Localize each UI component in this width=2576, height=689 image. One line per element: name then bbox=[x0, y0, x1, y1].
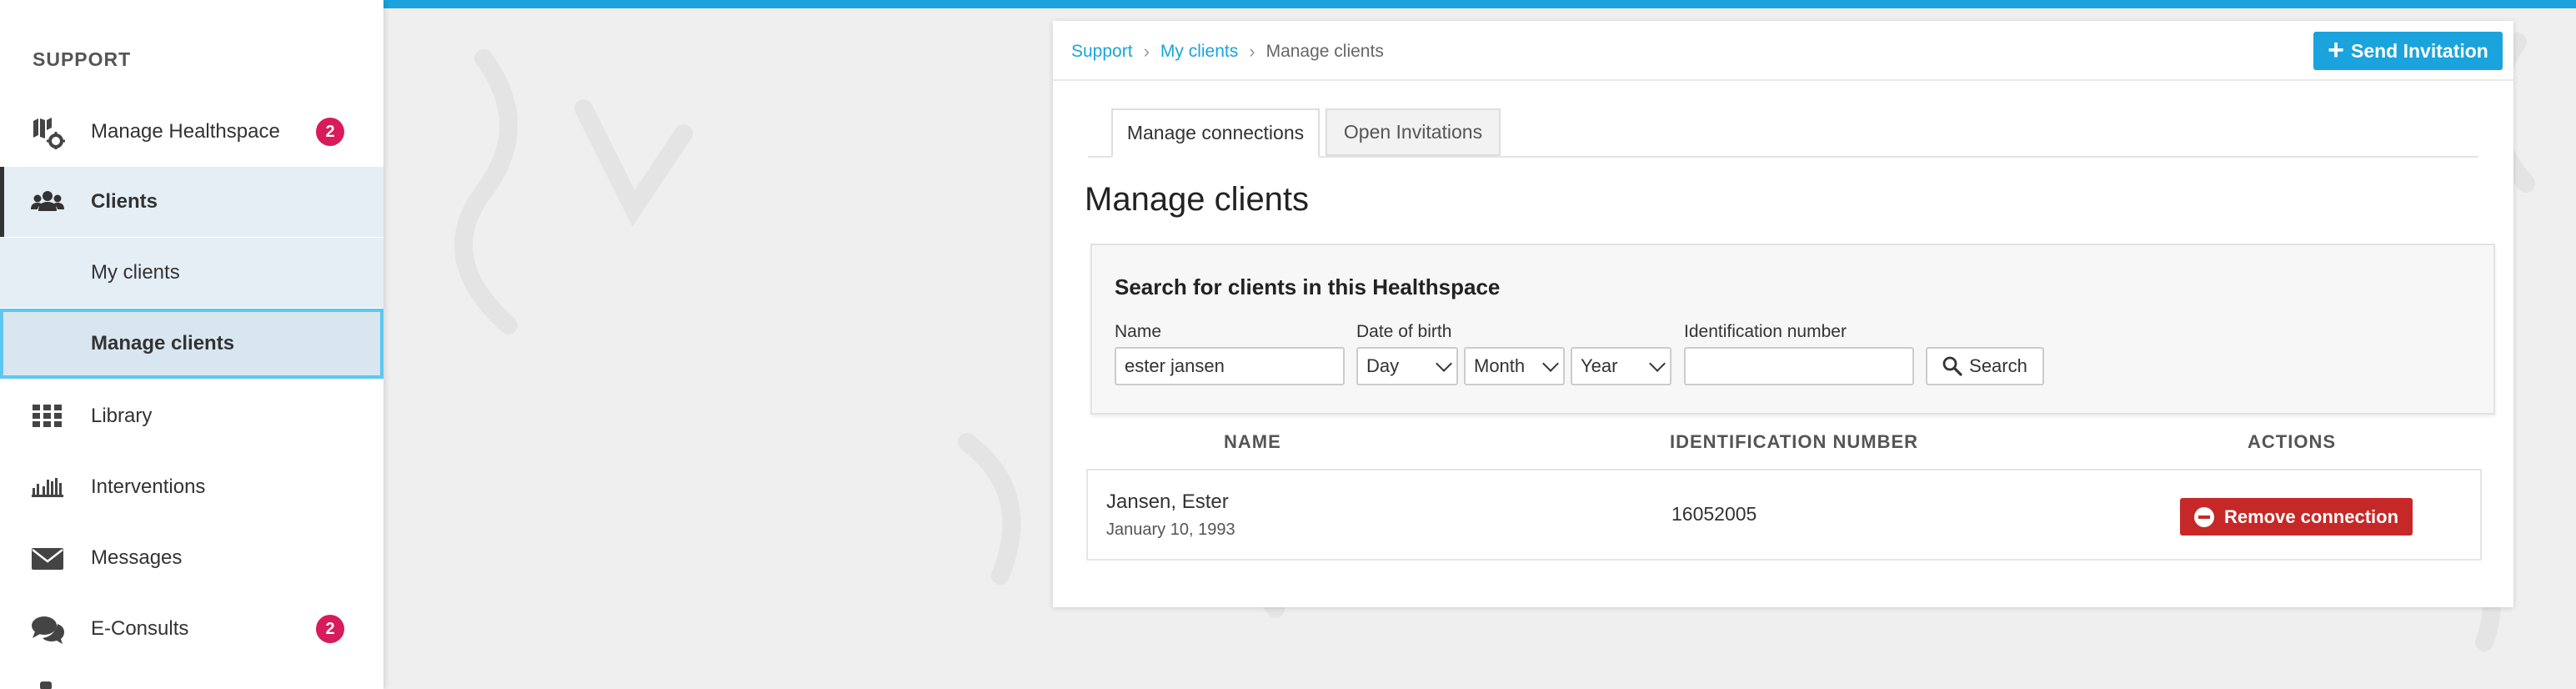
month-select[interactable]: Month bbox=[1464, 347, 1565, 385]
sidebar-item-library[interactable]: Library bbox=[0, 381, 383, 451]
table-row: Jansen, Ester January 10, 1993 16052005 … bbox=[1086, 469, 2482, 561]
notification-badge: 2 bbox=[316, 615, 344, 643]
envelope-icon bbox=[32, 548, 63, 570]
identification-number-label: Identification number bbox=[1684, 322, 1847, 341]
chat-icon bbox=[32, 616, 64, 644]
sidebar: SUPPORT Manage Healthspace 2 Clients My … bbox=[0, 0, 383, 689]
sidebar-item-label: My clients bbox=[91, 261, 180, 284]
send-invitation-button[interactable]: + Send Invitation bbox=[2313, 32, 2503, 70]
sidebar-item-label: Messages bbox=[91, 546, 183, 569]
sidebar-item-clients[interactable]: Clients bbox=[0, 167, 383, 237]
client-name: Jansen, Ester bbox=[1106, 490, 1229, 513]
plus-icon: + bbox=[2328, 33, 2344, 66]
client-identification-number: 16052005 bbox=[1671, 503, 1757, 525]
sidebar-item-my-clients[interactable]: My clients bbox=[0, 238, 383, 308]
sidebar-section-title: SUPPORT bbox=[33, 48, 132, 70]
search-button-label: Search bbox=[1969, 355, 2027, 376]
top-accent-bar bbox=[383, 0, 2576, 8]
month-select-value: Month bbox=[1474, 355, 1526, 376]
sidebar-item-cutoff[interactable] bbox=[0, 671, 383, 689]
tab-open-invitations[interactable]: Open Invitations bbox=[1326, 108, 1501, 156]
column-header-identification-number: IDENTIFICATION NUMBER bbox=[1670, 431, 1919, 452]
header-divider bbox=[1053, 79, 2513, 81]
column-header-actions: ACTIONS bbox=[2248, 431, 2336, 452]
send-invitation-label: Send Invitation bbox=[2351, 39, 2488, 62]
name-input[interactable]: ester jansen bbox=[1115, 347, 1345, 385]
day-select-value: Day bbox=[1366, 355, 1400, 376]
client-date-of-birth: January 10, 1993 bbox=[1106, 521, 1235, 539]
date-of-birth-label: Date of birth bbox=[1356, 322, 1452, 341]
chevron-right-icon: › bbox=[1249, 41, 1255, 62]
sidebar-item-label: Manage Healthspace bbox=[91, 120, 280, 143]
sidebar-item-manage-healthspace[interactable]: Manage Healthspace 2 bbox=[0, 97, 383, 167]
chevron-right-icon: › bbox=[1143, 41, 1150, 62]
tab-bar: Manage connections Open Invitations bbox=[1088, 108, 2478, 158]
bookshelf-icon bbox=[32, 478, 63, 497]
sidebar-item-e-consults[interactable]: E-Consults 2 bbox=[0, 594, 383, 664]
minus-circle-icon bbox=[2193, 506, 2214, 527]
search-form: Search for clients in this Healthspace N… bbox=[1090, 244, 2495, 415]
search-button[interactable]: Search bbox=[1926, 347, 2044, 385]
search-form-title: Search for clients in this Healthspace bbox=[1115, 274, 1501, 299]
year-select[interactable]: Year bbox=[1571, 347, 1671, 385]
chevron-down-icon bbox=[1542, 355, 1559, 372]
day-select[interactable]: Day bbox=[1356, 347, 1458, 385]
sidebar-item-manage-clients[interactable]: Manage clients bbox=[0, 309, 383, 379]
sidebar-item-messages[interactable]: Messages bbox=[0, 523, 383, 593]
main-panel: Support › My clients › Manage clients + … bbox=[1053, 21, 2513, 607]
healthspace-settings-icon bbox=[33, 118, 65, 149]
chevron-down-icon bbox=[1649, 355, 1666, 372]
name-label: Name bbox=[1115, 322, 1162, 341]
tab-manage-connections[interactable]: Manage connections bbox=[1111, 108, 1320, 158]
page-title: Manage clients bbox=[1085, 181, 1310, 218]
breadcrumb-my-clients[interactable]: My clients bbox=[1160, 42, 1238, 62]
users-icon bbox=[31, 191, 64, 211]
sidebar-item-label: Manage clients bbox=[91, 332, 235, 355]
remove-connection-button[interactable]: Remove connection bbox=[2180, 498, 2413, 536]
chevron-down-icon bbox=[1436, 355, 1452, 372]
sidebar-item-label: Interventions bbox=[91, 475, 206, 498]
partial-icon bbox=[40, 681, 52, 689]
breadcrumb-support[interactable]: Support bbox=[1071, 42, 1133, 62]
identification-number-input[interactable] bbox=[1684, 347, 1914, 385]
breadcrumb-current: Manage clients bbox=[1265, 42, 1384, 61]
column-header-name: NAME bbox=[1224, 431, 1281, 452]
sidebar-item-label: E-Consults bbox=[91, 617, 189, 640]
grid-icon bbox=[33, 405, 62, 427]
remove-connection-label: Remove connection bbox=[2223, 505, 2399, 527]
year-select-value: Year bbox=[1581, 355, 1618, 376]
notification-badge: 2 bbox=[316, 118, 344, 146]
sidebar-item-interventions[interactable]: Interventions bbox=[0, 452, 383, 522]
sidebar-item-label: Clients bbox=[91, 190, 158, 213]
search-icon bbox=[1942, 356, 1962, 376]
sidebar-item-label: Library bbox=[91, 405, 153, 427]
breadcrumb: Support › My clients › Manage clients bbox=[1071, 41, 1384, 63]
